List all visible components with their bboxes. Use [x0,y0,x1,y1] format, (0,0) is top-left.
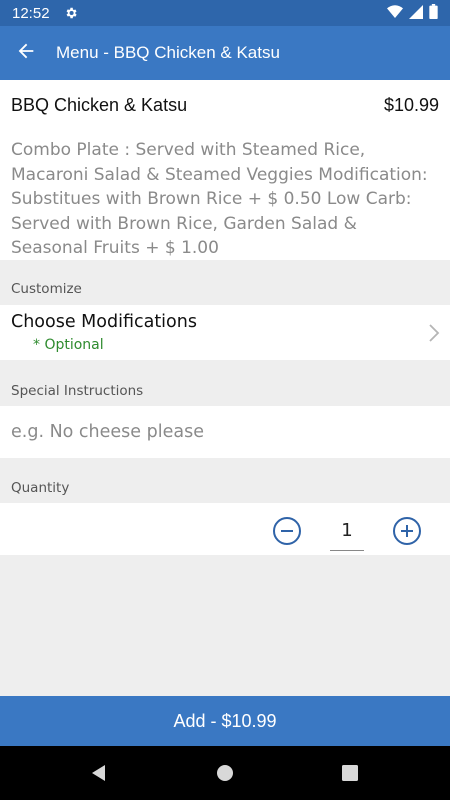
status-bar: 12:52 [0,0,450,26]
item-header: BBQ Chicken & Katsu $10.99 [11,80,439,130]
chevron-right-icon [426,322,442,344]
nav-home-icon[interactable] [215,763,235,783]
special-instructions-container [0,406,450,458]
system-nav-bar [0,746,450,800]
signal-icon [409,4,423,23]
minus-circle-icon[interactable] [272,516,302,546]
item-name: BBQ Chicken & Katsu [11,94,188,115]
page-title: Menu - BBQ Chicken & Katsu [56,43,280,62]
optional-label: * Optional [33,337,104,353]
quantity-stepper: 1 [0,503,450,555]
item-price: $10.99 [383,94,439,115]
back-button[interactable] [0,26,52,80]
modifications-title: Choose Modifications [11,312,197,332]
item-description: Combo Plate : Served with Steamed Rice, … [11,140,428,258]
quantity-value[interactable]: 1 [330,515,364,551]
app-bar: Menu - BBQ Chicken & Katsu [0,26,450,80]
add-to-order-button[interactable]: Add - $10.99 [0,696,450,746]
wifi-icon [387,4,403,23]
quantity-label: Quantity [11,480,70,496]
nav-back-icon[interactable] [89,763,109,783]
choose-modifications-row[interactable]: Choose Modifications * Optional [0,305,450,360]
settings-gear-icon [64,6,78,20]
back-arrow-icon [15,40,37,66]
status-time: 12:52 [12,4,50,22]
nav-recents-icon[interactable] [340,763,360,783]
special-instructions-input[interactable] [0,406,450,458]
plus-circle-icon[interactable] [392,516,422,546]
item-card: BBQ Chicken & Katsu $10.99 Combo Plate :… [0,80,450,260]
special-instructions-label: Special Instructions [11,383,144,399]
customize-section-label: Customize [11,281,82,297]
battery-icon [429,3,438,23]
